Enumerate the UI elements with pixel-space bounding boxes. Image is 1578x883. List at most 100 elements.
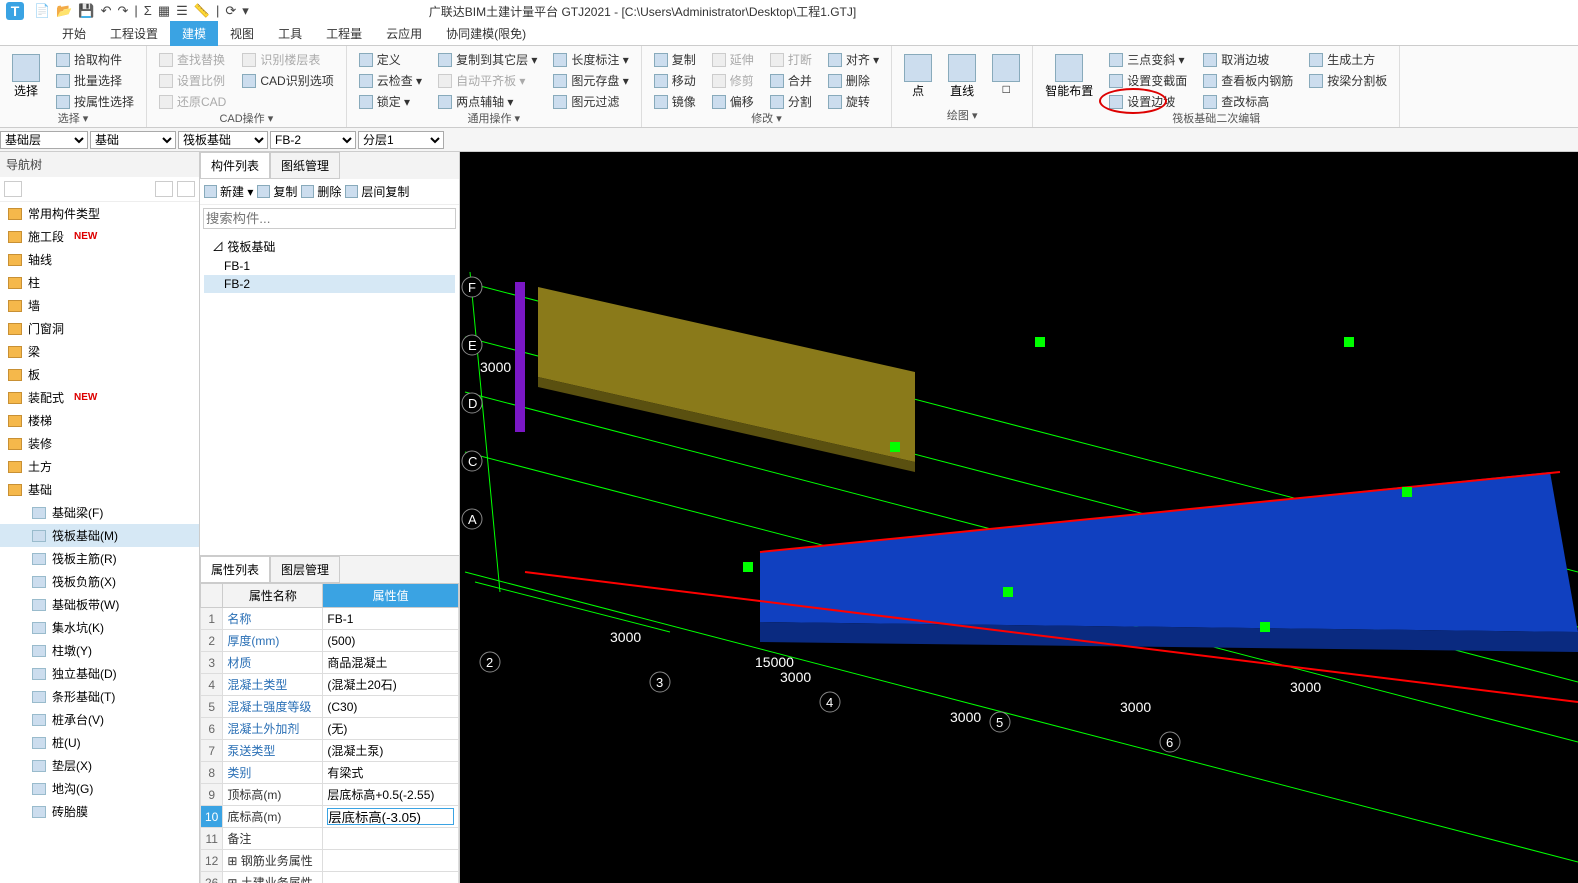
gen-earth[interactable]: 生成土方 (1305, 50, 1391, 69)
ruler-icon[interactable]: 📏 (194, 3, 210, 19)
viewport-3d[interactable]: FEDCA 23456 (460, 152, 1578, 883)
view-rebar[interactable]: 查看板内钢筋 (1199, 71, 1297, 90)
foundation-beam[interactable]: 基础梁(F) (0, 501, 199, 524)
set-slope[interactable]: 设置边坡 (1105, 92, 1191, 111)
menu-4[interactable]: 工具 (266, 21, 314, 46)
rotate[interactable]: 旋转 (824, 92, 883, 111)
prop-row-9[interactable]: 9顶标高(m)层底标高+0.5(-2.55) (201, 784, 459, 806)
prop-row-12[interactable]: 12⊞ 钢筋业务属性 (201, 850, 459, 872)
nav-11[interactable]: 土方 (0, 455, 199, 478)
nav-gridview-icon[interactable] (177, 181, 195, 197)
menu-5[interactable]: 工程量 (314, 21, 374, 46)
prop-row-10[interactable]: 10底标高(m) (201, 806, 459, 828)
floor-select[interactable]: 基础层 (0, 131, 88, 149)
3pt-slope[interactable]: 三点变斜 ▾ (1105, 50, 1191, 69)
menu-0[interactable]: 开始 (50, 21, 98, 46)
element-select[interactable]: FB-2 (270, 131, 356, 149)
prop-row-7[interactable]: 7泵送类型(混凝土泵) (201, 740, 459, 762)
prop-row-1[interactable]: 1名称FB-1 (201, 608, 459, 630)
category-select[interactable]: 基础 (90, 131, 176, 149)
copy-floor[interactable]: 复制到其它层 ▾ (434, 50, 541, 69)
offset[interactable]: 偏移 (708, 92, 758, 111)
nav-10[interactable]: 装修 (0, 432, 199, 455)
dim-len[interactable]: 长度标注 ▾ (549, 50, 632, 69)
menu-2[interactable]: 建模 (170, 21, 218, 46)
nav-8[interactable]: 装配式NEW (0, 386, 199, 409)
nav-9[interactable]: 楼梯 (0, 409, 199, 432)
split-by-beam[interactable]: 按梁分割板 (1305, 71, 1391, 90)
copy[interactable]: 复制 (650, 50, 700, 69)
foundation-band[interactable]: 基础板带(W) (0, 593, 199, 616)
nav-1[interactable]: 施工段NEW (0, 225, 199, 248)
cad-opt[interactable]: CAD识别选项 (238, 71, 337, 90)
mtool-3[interactable]: 层间复制 (345, 183, 409, 200)
down-icon[interactable]: ▾ (242, 3, 249, 19)
var-section[interactable]: 设置变截面 (1105, 71, 1191, 90)
indep[interactable]: 独立基础(D) (0, 662, 199, 685)
define[interactable]: 定义 (355, 50, 426, 69)
sump[interactable]: 集水坑(K) (0, 616, 199, 639)
member-search-input[interactable] (203, 208, 456, 229)
nav-7[interactable]: 板 (0, 363, 199, 386)
tab-prop-list[interactable]: 属性列表 (200, 556, 270, 583)
prop-row-8[interactable]: 8类别有梁式 (201, 762, 459, 784)
prop-row-6[interactable]: 6混凝土外加剂(无) (201, 718, 459, 740)
cancel-slope[interactable]: 取消边坡 (1199, 50, 1297, 69)
mnode-FB-2[interactable]: FB-2 (204, 275, 455, 293)
prop-row-11[interactable]: 11备注 (201, 828, 459, 850)
select-icon[interactable]: 选择 (8, 50, 44, 103)
prop-row-2[interactable]: 2厚度(mm)(500) (201, 630, 459, 652)
nav-12[interactable]: 基础 (0, 478, 199, 501)
mnode-筏板基础[interactable]: ⊿ 筏板基础 (204, 236, 455, 257)
redo-icon[interactable]: ↷ (117, 3, 128, 19)
undo-icon[interactable]: ↶ (101, 3, 112, 19)
brickmold[interactable]: 砖胎膜 (0, 800, 199, 823)
mirror[interactable]: 镜像 (650, 92, 700, 111)
elem-filter[interactable]: 图元过滤 (549, 92, 632, 111)
align[interactable]: 对齐 ▾ (824, 50, 883, 69)
mnode-FB-1[interactable]: FB-1 (204, 257, 455, 275)
split[interactable]: 分割 (766, 92, 816, 111)
col-base[interactable]: 柱墩(Y) (0, 639, 199, 662)
open-icon[interactable]: 📂 (56, 3, 72, 19)
tab-drawing-mgmt[interactable]: 图纸管理 (270, 152, 340, 179)
batch-select[interactable]: 批量选择 (52, 71, 138, 90)
nav-5[interactable]: 门窗洞 (0, 317, 199, 340)
nav-tool-1[interactable] (4, 181, 22, 197)
merge[interactable]: 合并 (766, 71, 816, 90)
delete[interactable]: 删除 (824, 71, 883, 90)
mtool-2[interactable]: 删除 (301, 183, 341, 200)
strip[interactable]: 条形基础(T) (0, 685, 199, 708)
prop-row-26[interactable]: 26⊞ 土建业务属性 (201, 872, 459, 883)
nav-listview-icon[interactable] (155, 181, 173, 197)
refresh-icon[interactable]: ⟳ (225, 3, 236, 19)
bedding[interactable]: 垫层(X) (0, 754, 199, 777)
grid-icon[interactable]: ▦ (158, 3, 170, 19)
menu-1[interactable]: 工程设置 (98, 21, 170, 46)
menu-6[interactable]: 云应用 (374, 21, 434, 46)
menu-3[interactable]: 视图 (218, 21, 266, 46)
layer-select[interactable]: 分层1 (358, 131, 444, 149)
type-select[interactable]: 筏板基础 (178, 131, 268, 149)
mtool-1[interactable]: 复制 (257, 183, 297, 200)
save-icon[interactable]: 💾 (78, 3, 94, 19)
edit-elev[interactable]: 查改标高 (1199, 92, 1297, 111)
new-icon[interactable]: 📄 (34, 3, 50, 19)
rect-icon[interactable]: □ (988, 50, 1024, 100)
menu-7[interactable]: 协同建模(限免) (434, 21, 538, 46)
lock[interactable]: 锁定 ▾ (355, 92, 426, 111)
raft[interactable]: 筏板基础(M) (0, 524, 199, 547)
point-icon[interactable]: 点 (900, 50, 936, 103)
raft-main[interactable]: 筏板主筋(R) (0, 547, 199, 570)
aux-axis[interactable]: 两点辅轴 ▾ (434, 92, 541, 111)
nav-4[interactable]: 墙 (0, 294, 199, 317)
tab-member-list[interactable]: 构件列表 (200, 152, 270, 179)
move[interactable]: 移动 (650, 71, 700, 90)
sum-icon[interactable]: Σ (144, 3, 152, 19)
nav-3[interactable]: 柱 (0, 271, 199, 294)
nav-6[interactable]: 梁 (0, 340, 199, 363)
prop-row-3[interactable]: 3材质商品混凝土 (201, 652, 459, 674)
trench[interactable]: 地沟(G) (0, 777, 199, 800)
list-icon[interactable]: ☰ (176, 3, 188, 19)
prop-row-5[interactable]: 5混凝土强度等级(C30) (201, 696, 459, 718)
